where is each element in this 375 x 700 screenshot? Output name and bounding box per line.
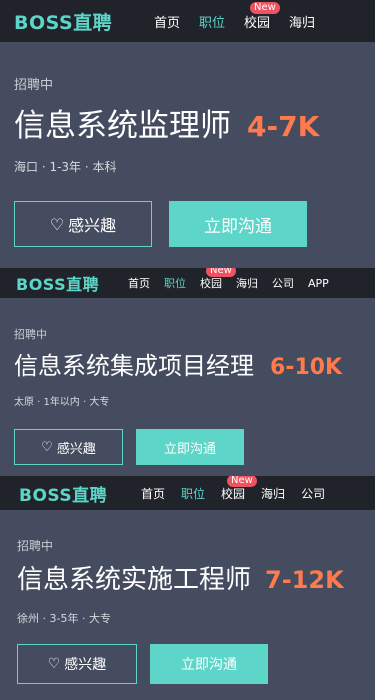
nav-item-jobs[interactable]: 职位 <box>164 275 186 291</box>
nav-item-overseas[interactable]: 海归 <box>289 12 315 31</box>
nav-item-overseas[interactable]: 海归 <box>261 485 285 502</box>
job-title: 信息系统监理师 <box>14 108 231 144</box>
heart-icon: ♡ <box>41 439 53 455</box>
chat-now-button[interactable]: 立即沟通 <box>169 201 307 247</box>
chat-now-button-label: 立即沟通 <box>163 441 216 457</box>
interest-button[interactable]: ♡ 感兴趣 <box>14 429 123 465</box>
nav-item-campus[interactable]: 校园 New <box>244 1 280 31</box>
recruiting-status: 招聘中 <box>17 539 54 553</box>
job-card: BOSS直聘 首页 职位 校园 New 海归 公司 招聘中 信息系统实施工程师 … <box>0 476 375 700</box>
new-badge: New <box>206 268 236 277</box>
title-row: 信息系统监理师 4-7K <box>14 100 319 145</box>
nav-item-company[interactable]: 公司 <box>272 275 294 291</box>
salary: 6-10K <box>270 355 343 380</box>
nav-item-home[interactable]: 首页 <box>128 275 150 291</box>
job-card: BOSS直聘 首页 职位 校园 New 海归 公司 APP 招聘中 信息系统集成… <box>0 268 375 476</box>
recruiting-status: 招聘中 <box>14 78 54 93</box>
chat-now-button[interactable]: 立即沟通 <box>150 644 268 684</box>
job-card: BOSS直聘 首页 职位 校园 New 海归 招聘中 信息系统监理师 4-7K … <box>0 0 375 268</box>
nav-item-app[interactable]: APP <box>308 277 329 290</box>
interest-button-label: 感兴趣 <box>64 657 107 673</box>
top-nav-bar: BOSS直聘 首页 职位 校园 New 海归 公司 APP <box>0 268 375 298</box>
nav-item-company[interactable]: 公司 <box>301 485 325 502</box>
new-badge: New <box>227 476 257 487</box>
nav-item-campus-label: 校园 <box>200 277 222 290</box>
recruiting-status: 招聘中 <box>14 328 47 341</box>
top-nav-bar: BOSS直聘 首页 职位 校园 New 海归 <box>0 0 375 42</box>
job-meta: 太原 · 1年以内 · 大专 <box>14 397 110 408</box>
chat-now-button[interactable]: 立即沟通 <box>136 429 244 465</box>
salary: 7-12K <box>265 566 344 594</box>
interest-button[interactable]: ♡ 感兴趣 <box>17 644 137 684</box>
nav-item-overseas[interactable]: 海归 <box>236 275 258 291</box>
boss-logo[interactable]: BOSS直聘 <box>19 481 141 506</box>
job-title: 信息系统集成项目经理 <box>14 352 254 380</box>
heart-icon: ♡ <box>47 656 61 672</box>
salary: 4-7K <box>247 110 320 143</box>
job-meta: 海口 · 1-3年 · 本科 <box>14 160 117 174</box>
nav-item-jobs[interactable]: 职位 <box>199 12 225 31</box>
nav-item-campus[interactable]: 校园 New <box>200 268 236 291</box>
nav-item-jobs[interactable]: 职位 <box>181 485 205 502</box>
chat-now-button-label: 立即沟通 <box>181 657 237 673</box>
nav-item-home[interactable]: 首页 <box>141 485 165 502</box>
nav-item-campus-label: 校园 <box>221 486 246 501</box>
nav-item-campus-label: 校园 <box>244 15 271 31</box>
boss-logo[interactable]: BOSS直聘 <box>16 271 128 295</box>
boss-logo[interactable]: BOSS直聘 <box>14 8 154 35</box>
interest-button-label: 感兴趣 <box>56 441 96 457</box>
new-badge: New <box>250 1 280 14</box>
title-row: 信息系统实施工程师 7-12K <box>17 559 344 596</box>
interest-button[interactable]: ♡ 感兴趣 <box>14 201 152 247</box>
chat-now-button-label: 立即沟通 <box>204 216 272 237</box>
heart-icon: ♡ <box>49 214 65 234</box>
title-row: 信息系统集成项目经理 6-10K <box>14 346 342 381</box>
interest-button-label: 感兴趣 <box>68 216 117 235</box>
job-title: 信息系统实施工程师 <box>17 565 252 595</box>
job-meta: 徐州 · 3-5年 · 大专 <box>17 612 111 625</box>
top-nav-bar: BOSS直聘 首页 职位 校园 New 海归 公司 <box>0 476 375 510</box>
nav-item-home[interactable]: 首页 <box>154 12 180 31</box>
nav-item-campus[interactable]: 校园 New <box>221 476 257 502</box>
